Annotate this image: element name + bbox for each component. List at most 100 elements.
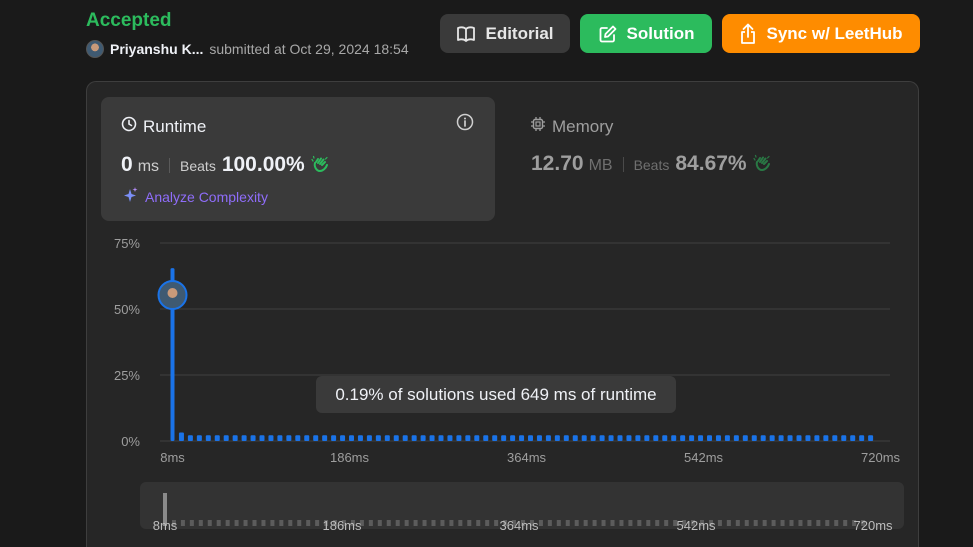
range-bar <box>547 520 552 526</box>
range-bar <box>538 520 543 526</box>
histogram-bar <box>617 435 623 441</box>
histogram-bar <box>859 435 865 441</box>
histogram-bar <box>322 435 328 441</box>
histogram-bar <box>599 435 605 441</box>
range-bar <box>762 520 767 526</box>
histogram-bar <box>492 435 498 441</box>
range-bar <box>619 520 624 526</box>
histogram-bar <box>545 435 551 441</box>
histogram-bar <box>823 435 829 441</box>
histogram-bar <box>689 435 695 441</box>
range-bar <box>780 520 785 526</box>
range-bar <box>771 520 776 526</box>
range-bar <box>807 520 812 526</box>
histogram-bar <box>241 435 247 441</box>
range-bar <box>225 520 230 526</box>
histogram-bar <box>456 435 462 441</box>
histogram-bar <box>671 435 677 441</box>
histogram-bar <box>196 435 202 441</box>
histogram-bar <box>474 435 480 441</box>
histogram-bar <box>868 435 874 441</box>
histogram-bar <box>214 435 220 441</box>
range-bar <box>386 520 391 526</box>
histogram-bar <box>393 435 399 441</box>
histogram-bar <box>420 435 426 441</box>
histogram-bar <box>662 435 668 441</box>
range-bar <box>592 520 597 526</box>
chart-tooltip: 0.19% of solutions used 649 ms of runtim… <box>316 376 676 413</box>
range-bar <box>198 520 203 526</box>
range-bar <box>494 520 499 526</box>
range-tick-label: 542ms <box>677 518 717 533</box>
histogram-bar <box>590 435 596 441</box>
range-bar <box>377 520 382 526</box>
y-tick-label: 0% <box>121 434 140 449</box>
histogram-bar <box>733 435 739 441</box>
histogram-bar <box>187 435 193 441</box>
histogram-bar <box>814 435 820 441</box>
histogram-bar <box>510 435 516 441</box>
histogram-bar <box>447 435 453 441</box>
range-bar <box>207 520 212 526</box>
range-bar <box>306 520 311 526</box>
histogram-bar <box>742 435 748 441</box>
histogram-bar <box>653 435 659 441</box>
histogram-bar <box>259 435 265 441</box>
histogram-bar <box>769 435 775 441</box>
range-bar <box>243 520 248 526</box>
x-tick-label: 542ms <box>684 450 724 465</box>
range-bar <box>655 520 660 526</box>
range-bar <box>368 520 373 526</box>
histogram-bar <box>384 435 390 441</box>
range-bar <box>395 520 400 526</box>
range-bar <box>216 520 221 526</box>
range-bar <box>270 520 275 526</box>
histogram-bar <box>429 435 435 441</box>
histogram-bar <box>250 435 256 441</box>
range-bar <box>735 520 740 526</box>
histogram-bar <box>554 435 560 441</box>
range-bar <box>422 520 427 526</box>
histogram-bar <box>519 435 525 441</box>
range-bar <box>404 520 409 526</box>
range-bar <box>825 520 830 526</box>
runtime-distribution-chart[interactable]: 75%50%25%0%8ms186ms364ms542ms720ms898ms1… <box>0 0 973 547</box>
range-tick-label: 8ms <box>153 518 178 533</box>
histogram-bar <box>850 435 856 441</box>
range-bar <box>485 520 490 526</box>
histogram-bar <box>331 435 337 441</box>
range-bar <box>458 520 463 526</box>
histogram-bar <box>295 435 301 441</box>
histogram-bar <box>563 435 569 441</box>
histogram-bar <box>366 435 372 441</box>
range-bar <box>843 520 848 526</box>
histogram-bar <box>304 435 310 441</box>
range-bar <box>583 520 588 526</box>
histogram-bar <box>438 435 444 441</box>
range-tick-label: 720ms <box>854 518 894 533</box>
range-tick-label: 186ms <box>322 518 362 533</box>
histogram-bar <box>581 435 587 441</box>
range-bar <box>189 520 194 526</box>
histogram-bar <box>841 435 847 441</box>
range-bar <box>574 520 579 526</box>
range-bar <box>476 520 481 526</box>
range-bar <box>664 520 669 526</box>
histogram-bar <box>715 435 721 441</box>
histogram-bar <box>635 435 641 441</box>
range-bar <box>431 520 436 526</box>
histogram-bar <box>340 435 346 441</box>
histogram-bar <box>357 435 363 441</box>
x-tick-label: 186ms <box>330 450 370 465</box>
histogram-bar <box>223 435 229 441</box>
histogram-bar <box>268 435 274 441</box>
histogram-bar <box>832 435 838 441</box>
histogram-bar <box>626 435 632 441</box>
range-bar <box>646 520 651 526</box>
range-bar <box>440 520 445 526</box>
range-bar <box>180 520 185 526</box>
histogram-bar <box>778 435 784 441</box>
range-bar <box>565 520 570 526</box>
range-bar <box>601 520 606 526</box>
range-bar <box>288 520 293 526</box>
